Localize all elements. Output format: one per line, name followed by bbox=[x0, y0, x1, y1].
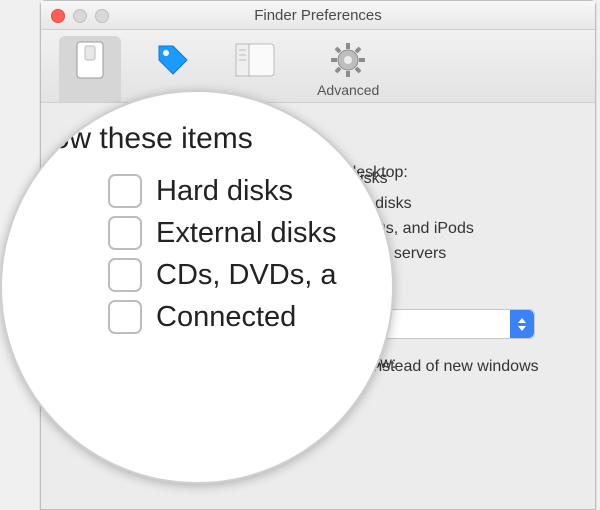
sidebar-icon bbox=[235, 40, 275, 80]
magnified-checkbox-external-disks[interactable] bbox=[108, 216, 142, 250]
traffic-lights bbox=[51, 9, 109, 23]
magnified-label-connected: Connected bbox=[156, 301, 296, 334]
magnified-label-hard-disks: Hard disks bbox=[156, 175, 293, 208]
stepper-arrows-icon bbox=[510, 310, 534, 338]
magnified-label-optical: CDs, DVDs, a bbox=[156, 259, 336, 292]
magnifier-lens: Show these items Hard disks External dis… bbox=[0, 90, 394, 484]
magnified-checkbox-connected[interactable] bbox=[108, 300, 142, 334]
window-title: Finder Preferences bbox=[254, 7, 382, 24]
tab-general[interactable]: General bbox=[59, 36, 121, 102]
minimize-icon[interactable] bbox=[73, 9, 87, 23]
magnified-checkbox-optical[interactable] bbox=[108, 258, 142, 292]
preferences-toolbar: General Tags Sidebar Advanced bbox=[41, 30, 595, 103]
close-icon[interactable] bbox=[51, 9, 65, 23]
titlebar: Finder Preferences bbox=[41, 1, 595, 30]
zoom-icon[interactable] bbox=[95, 9, 109, 23]
tab-advanced[interactable]: Advanced bbox=[311, 36, 385, 102]
gear-icon bbox=[328, 40, 368, 80]
switch-icon bbox=[70, 40, 110, 80]
magnified-checkbox-hard-disks[interactable] bbox=[108, 174, 142, 208]
tag-icon bbox=[153, 40, 193, 80]
magnified-label-external-disks: External disks bbox=[156, 217, 337, 250]
tab-advanced-label: Advanced bbox=[317, 82, 379, 98]
tab-sidebar[interactable]: Sidebar bbox=[225, 36, 285, 102]
